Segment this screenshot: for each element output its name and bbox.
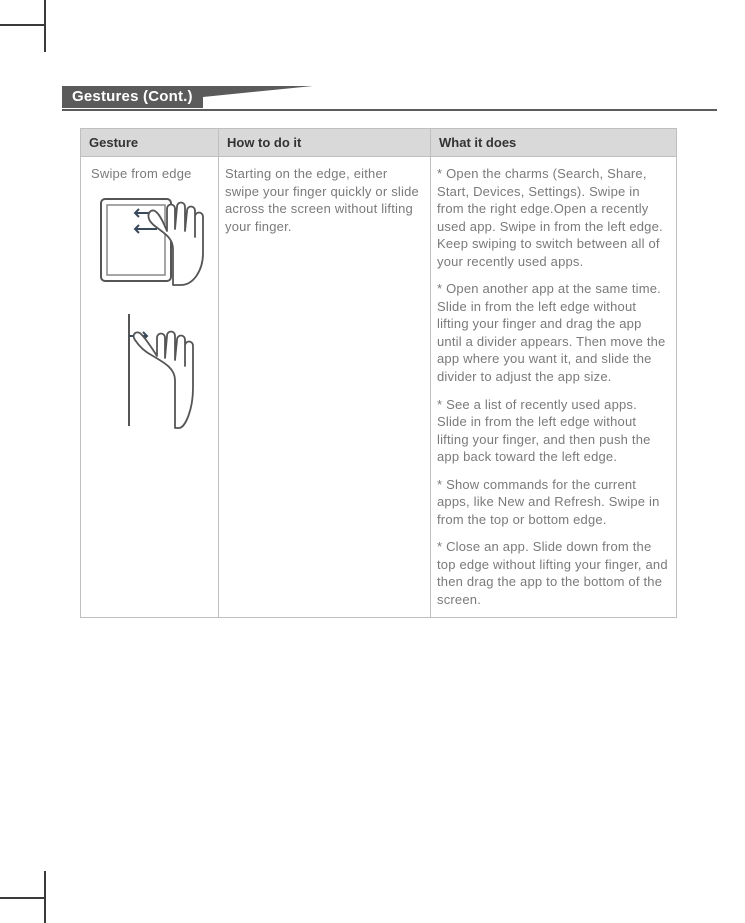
what-item: * Close an app. Slide down from the top …: [437, 538, 670, 608]
what-item: * Show commands for the current apps, li…: [437, 476, 670, 529]
table-header-row: Gesture How to do it What it does: [81, 129, 677, 157]
header-what: What it does: [431, 129, 677, 157]
section-divider-line: [62, 109, 717, 111]
gestures-table: Gesture How to do it What it does Swipe …: [80, 128, 677, 618]
crop-mark: [44, 0, 46, 52]
what-item: * See a list of recently used apps. Slid…: [437, 396, 670, 466]
crop-mark: [0, 897, 44, 899]
what-cell: * Open the charms (Search, Share, Start,…: [431, 157, 677, 618]
header-gesture: Gesture: [81, 129, 219, 157]
crop-mark: [44, 871, 46, 923]
table-row: Swipe from edge: [81, 157, 677, 618]
how-cell: Starting on the edge, either swipe your …: [219, 157, 431, 618]
swipe-from-right-edge-illustration-icon: [95, 193, 205, 288]
content-area: Gestures (Cont.) Gesture How to do it Wh…: [62, 86, 717, 618]
section-title-tail: [203, 86, 313, 97]
header-how: How to do it: [219, 129, 431, 157]
section-title-row: Gestures (Cont.): [62, 86, 717, 114]
section-title: Gestures (Cont.): [62, 86, 203, 108]
what-item: * Open the charms (Search, Share, Start,…: [437, 165, 670, 270]
gesture-cell: Swipe from edge: [81, 157, 219, 618]
what-item: * Open another app at the same time. Sli…: [437, 280, 670, 385]
swipe-from-left-edge-illustration-icon: [105, 310, 195, 430]
page: Gestures (Cont.) Gesture How to do it Wh…: [0, 0, 745, 923]
gesture-label: Swipe from edge: [87, 165, 212, 183]
crop-mark: [0, 24, 44, 26]
